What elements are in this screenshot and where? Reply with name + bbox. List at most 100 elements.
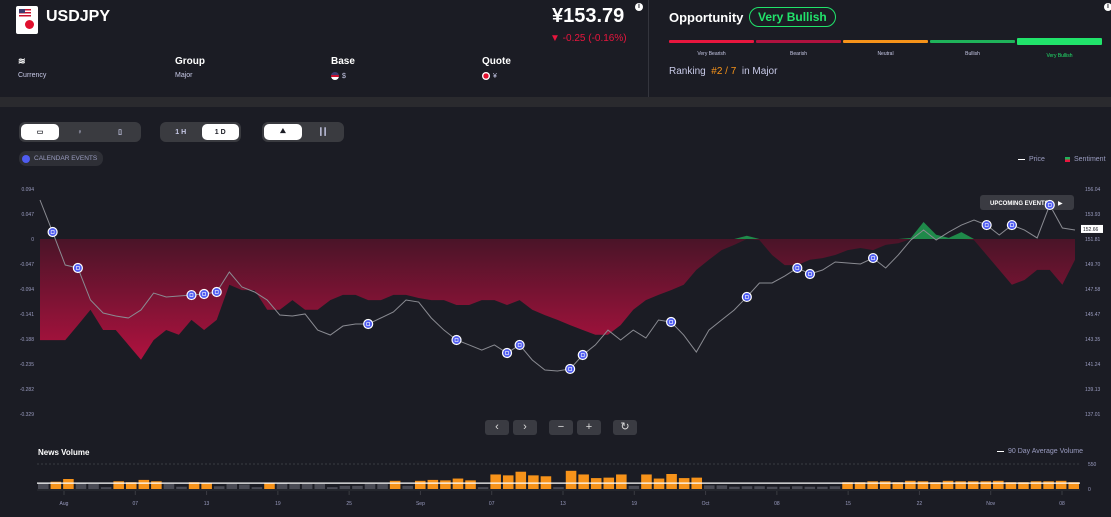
volume-bar[interactable]	[867, 481, 878, 489]
volume-bar[interactable]	[176, 486, 187, 489]
volume-bar[interactable]	[377, 484, 388, 489]
right-axis-tick: 145.47	[1085, 312, 1101, 318]
volume-bar[interactable]	[427, 479, 439, 489]
volume-bar[interactable]	[528, 475, 539, 489]
sentiment-price-chart[interactable]: 0.094 0.047 0 -0.047 -0.094 -0.141 -0.188 -0.23…	[0, 0, 1111, 517]
volume-bar[interactable]	[163, 484, 175, 489]
volume-axis-tick: 0	[1088, 487, 1091, 493]
volume-bar[interactable]	[389, 480, 401, 489]
calendar-event-marker[interactable]	[211, 286, 222, 298]
volume-bar[interactable]	[980, 481, 992, 489]
volume-bar[interactable]	[704, 485, 715, 489]
volume-bar[interactable]	[301, 484, 313, 489]
volume-bar[interactable]	[314, 484, 326, 489]
left-axis-tick: -0.188	[20, 337, 34, 343]
left-axis-tick: -0.329	[20, 412, 34, 418]
volume-bar[interactable]	[628, 485, 640, 489]
volume-bar[interactable]	[138, 479, 150, 489]
volume-bar[interactable]	[741, 486, 753, 489]
calendar-event-marker[interactable]	[451, 334, 462, 346]
volume-bar[interactable]	[276, 483, 288, 489]
volume-bar[interactable]	[339, 485, 351, 489]
volume-bar[interactable]	[477, 487, 489, 489]
calendar-event-marker[interactable]	[47, 226, 58, 238]
calendar-event-marker[interactable]	[72, 262, 83, 274]
volume-bar[interactable]	[75, 483, 87, 489]
volume-bar[interactable]	[88, 484, 99, 489]
calendar-event-marker[interactable]	[804, 268, 816, 280]
calendar-event-marker[interactable]	[1006, 219, 1017, 231]
volume-bar[interactable]	[63, 479, 74, 489]
volume-bar[interactable]	[502, 475, 514, 489]
x-axis-tick: 07	[133, 501, 139, 507]
right-axis-tick: 153.93	[1085, 212, 1101, 218]
calendar-event-marker[interactable]	[792, 262, 803, 274]
volume-bar[interactable]	[578, 474, 589, 489]
volume-bar[interactable]	[327, 487, 338, 489]
volume-bar[interactable]	[641, 474, 652, 489]
volume-bar[interactable]	[905, 480, 916, 489]
volume-bar[interactable]	[653, 478, 665, 489]
volume-bar[interactable]	[289, 484, 300, 489]
volume-bar[interactable]	[113, 481, 124, 489]
volume-bar[interactable]	[917, 481, 929, 489]
volume-axis-tick: 550	[1088, 462, 1097, 468]
volume-bar[interactable]	[1055, 480, 1067, 489]
volume-bar[interactable]	[754, 486, 765, 489]
volume-bar[interactable]	[779, 486, 790, 489]
volume-bar[interactable]	[879, 481, 891, 489]
calendar-event-marker[interactable]	[186, 289, 197, 301]
calendar-event-marker[interactable]	[514, 339, 525, 351]
volume-bar[interactable]	[955, 481, 966, 489]
left-axis-tick: -0.282	[20, 387, 34, 393]
calendar-event-marker[interactable]	[1044, 199, 1055, 211]
volume-bar[interactable]	[251, 487, 263, 489]
volume-bar[interactable]	[239, 484, 250, 489]
volume-bar[interactable]	[817, 486, 828, 489]
calendar-event-marker[interactable]	[981, 219, 992, 231]
sentiment-positive-area	[40, 221, 1075, 239]
calendar-event-marker[interactable]	[577, 349, 588, 361]
volume-bar[interactable]	[553, 487, 564, 489]
x-axis-tick: 25	[346, 501, 352, 507]
calendar-event-marker[interactable]	[867, 252, 879, 264]
calendar-event-marker[interactable]	[198, 288, 210, 300]
right-axis-tick: 156.04	[1085, 187, 1101, 193]
volume-bar[interactable]	[38, 483, 49, 489]
volume-bar[interactable]	[804, 486, 816, 489]
volume-bar[interactable]	[440, 480, 451, 489]
volume-bar[interactable]	[616, 474, 627, 489]
volume-bar[interactable]	[465, 480, 476, 489]
volume-bar[interactable]	[452, 478, 464, 489]
volume-bar[interactable]	[201, 483, 212, 489]
volume-bar[interactable]	[1043, 481, 1054, 489]
calendar-event-marker[interactable]	[565, 363, 576, 375]
x-axis-tick: Sep	[416, 501, 425, 507]
volume-bar[interactable]	[352, 485, 363, 489]
calendar-event-marker[interactable]	[665, 316, 677, 328]
volume-bar[interactable]	[414, 480, 426, 489]
volume-bar[interactable]	[490, 474, 501, 489]
x-axis-tick: 08	[774, 501, 780, 507]
volume-bar[interactable]	[213, 486, 225, 489]
volume-bar[interactable]	[151, 481, 162, 489]
volume-bar[interactable]	[766, 486, 778, 489]
volume-bar[interactable]	[666, 474, 677, 489]
volume-bar[interactable]	[942, 480, 954, 489]
volume-bar[interactable]	[402, 485, 413, 489]
calendar-event-marker[interactable]	[363, 318, 374, 330]
volume-bar[interactable]	[565, 470, 577, 489]
volume-bar[interactable]	[716, 485, 728, 489]
volume-bar[interactable]	[791, 486, 803, 489]
volume-bar[interactable]	[729, 486, 740, 489]
volume-bar[interactable]	[1030, 481, 1042, 489]
volume-bar[interactable]	[364, 484, 376, 489]
calendar-event-marker[interactable]	[741, 291, 752, 303]
volume-bar[interactable]	[226, 484, 238, 489]
calendar-event-marker[interactable]	[501, 347, 513, 359]
volume-bar[interactable]	[967, 481, 979, 489]
volume-bar[interactable]	[515, 471, 527, 489]
volume-bar[interactable]	[993, 480, 1004, 489]
volume-bar[interactable]	[829, 486, 841, 489]
volume-bar[interactable]	[100, 487, 112, 489]
